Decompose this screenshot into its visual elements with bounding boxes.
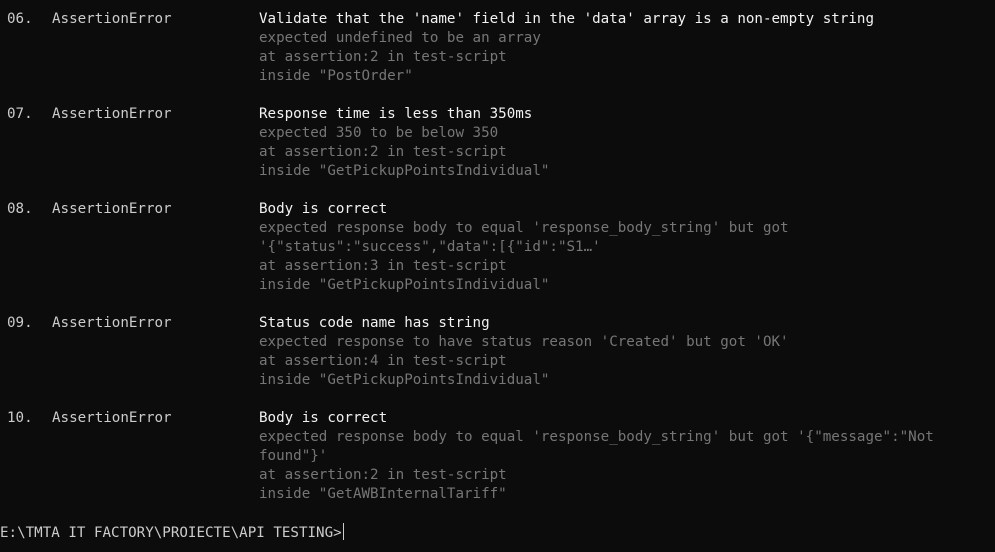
assertion-request: inside "GetPickupPointsIndividual"	[259, 277, 550, 293]
terminal-window[interactable]: 06. AssertionError Validate that the 'na…	[0, 0, 995, 552]
failure-number: 10.	[7, 410, 33, 426]
assertion-title: Validate that the 'name' field in the 'd…	[259, 11, 874, 27]
assertion-detail: expected 350 to be below 350	[259, 125, 499, 141]
error-type: AssertionError	[52, 11, 172, 27]
assertion-detail-continued: found"}'	[259, 448, 328, 464]
assertion-location: at assertion:3 in test-script	[259, 258, 507, 274]
assertion-request: inside "GetAWBInternalTariff"	[259, 486, 507, 502]
failure-number: 06.	[7, 11, 33, 27]
prompt-path: E:\TMTA IT FACTORY\PROIECTE\API TESTING>	[0, 525, 342, 541]
assertion-title: Body is correct	[259, 410, 388, 426]
assertion-detail: expected response body to equal 'respons…	[259, 220, 789, 236]
command-prompt[interactable]: E:\TMTA IT FACTORY\PROIECTE\API TESTING>	[0, 523, 344, 542]
assertion-request: inside "GetPickupPointsIndividual"	[259, 372, 550, 388]
error-type: AssertionError	[52, 410, 172, 426]
assertion-detail: expected response to have status reason …	[259, 334, 789, 350]
error-type: AssertionError	[52, 315, 172, 331]
assertion-detail: expected undefined to be an array	[259, 30, 541, 46]
assertion-request: inside "PostOrder"	[259, 68, 413, 84]
assertion-title: Body is correct	[259, 201, 388, 217]
assertion-detail-continued: '{"status":"success","data":[{"id":"S1…'	[259, 239, 601, 255]
assertion-location: at assertion:2 in test-script	[259, 467, 507, 483]
assertion-detail: expected response body to equal 'respons…	[259, 429, 934, 445]
failure-number: 09.	[7, 315, 33, 331]
assertion-location: at assertion:2 in test-script	[259, 144, 507, 160]
error-type: AssertionError	[52, 106, 172, 122]
error-type: AssertionError	[52, 201, 172, 217]
assertion-location: at assertion:4 in test-script	[259, 353, 507, 369]
failure-number: 08.	[7, 201, 33, 217]
text-cursor	[342, 523, 344, 540]
failure-number: 07.	[7, 106, 33, 122]
assertion-title: Status code name has string	[259, 315, 490, 331]
assertion-request: inside "GetPickupPointsIndividual"	[259, 163, 550, 179]
assertion-location: at assertion:2 in test-script	[259, 49, 507, 65]
assertion-title: Response time is less than 350ms	[259, 106, 533, 122]
